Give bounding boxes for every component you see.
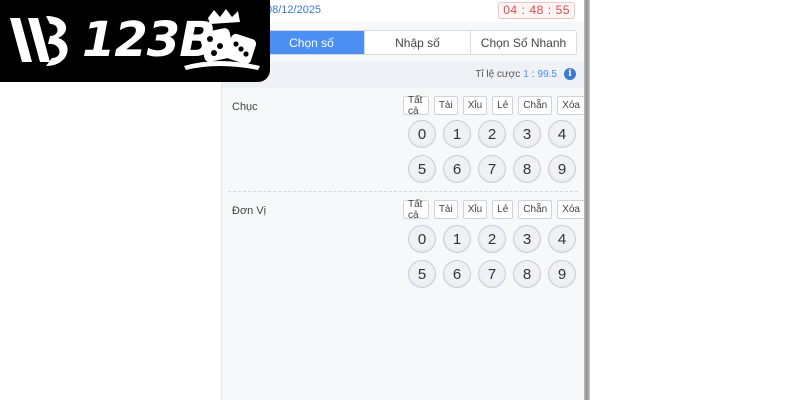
tab-nhap-so[interactable]: Nhập số <box>364 31 470 54</box>
section-label: Chục <box>232 101 258 113</box>
number-ball-2[interactable]: 2 <box>478 120 506 148</box>
filter-big-button[interactable]: Tài <box>433 200 458 219</box>
number-ball-7[interactable]: 7 <box>478 260 506 288</box>
number-grid: 0 1 2 3 4 5 6 7 8 9 <box>408 225 576 288</box>
number-ball-3[interactable]: 3 <box>513 225 541 253</box>
selection-tabs: Chọn số Nhập số Chọn Số Nhanh <box>258 30 577 55</box>
section-label: Đơn Vị <box>232 205 267 217</box>
number-ball-6[interactable]: 6 <box>443 260 471 288</box>
timer-minutes: 48 <box>529 3 544 17</box>
number-ball-5[interactable]: 5 <box>408 260 436 288</box>
odds-base: 1 <box>523 68 529 80</box>
number-grid: 0 1 2 3 4 5 6 7 8 9 <box>408 120 576 183</box>
draw-date: 08/12/2025 <box>266 4 322 16</box>
number-ball-8[interactable]: 8 <box>513 155 541 183</box>
dice-crown-icon <box>184 9 260 70</box>
filter-row: Tất cả Tài Xỉu Lẻ Chẵn Xóa <box>403 95 585 117</box>
number-ball-4[interactable]: 4 <box>548 120 576 148</box>
filter-all-button[interactable]: Tất cả <box>403 199 429 221</box>
number-ball-1[interactable]: 1 <box>443 120 471 148</box>
logo-mark-icon <box>10 16 68 66</box>
number-ball-0[interactable]: 0 <box>408 120 436 148</box>
number-ball-8[interactable]: 8 <box>513 260 541 288</box>
filter-odd-button[interactable]: Lẻ <box>492 200 514 219</box>
filter-row: Tất cả Tài Xỉu Lẻ Chẵn Xóa <box>403 199 585 221</box>
filter-clear-button[interactable]: Xóa <box>557 96 585 115</box>
filter-even-button[interactable]: Chẵn <box>518 200 553 219</box>
odds-rate: Tỉ lệ cược 1 : 99.5 i <box>475 68 576 80</box>
timer-separator: : <box>521 3 526 17</box>
filter-small-button[interactable]: Xỉu <box>462 96 488 115</box>
timer-seconds: 55 <box>555 3 570 17</box>
number-ball-3[interactable]: 3 <box>513 120 541 148</box>
odds-value: 99.5 <box>537 68 557 80</box>
timer-hours: 04 <box>503 3 518 17</box>
odds-separator: : <box>531 68 535 80</box>
number-ball-1[interactable]: 1 <box>443 225 471 253</box>
section-divider <box>228 191 578 192</box>
top-bar: 08/12/2025 04:48:55 <box>222 0 585 22</box>
filter-even-button[interactable]: Chẵn <box>518 96 553 115</box>
brand-logo: 123B <box>0 0 270 82</box>
filter-all-button[interactable]: Tất cả <box>403 95 429 117</box>
window-divider <box>584 0 590 400</box>
filter-odd-button[interactable]: Lẻ <box>492 96 514 115</box>
number-ball-0[interactable]: 0 <box>408 225 436 253</box>
filter-clear-button[interactable]: Xóa <box>557 200 585 219</box>
countdown-timer: 04:48:55 <box>498 2 575 19</box>
number-ball-9[interactable]: 9 <box>548 155 576 183</box>
number-ball-2[interactable]: 2 <box>478 225 506 253</box>
tab-chon-so[interactable]: Chọn số <box>259 31 364 54</box>
filter-big-button[interactable]: Tài <box>433 96 458 115</box>
timer-separator: : <box>547 3 552 17</box>
number-ball-7[interactable]: 7 <box>478 155 506 183</box>
number-ball-9[interactable]: 9 <box>548 260 576 288</box>
odds-label: Tỉ lệ cược <box>475 68 521 80</box>
number-ball-4[interactable]: 4 <box>548 225 576 253</box>
number-ball-6[interactable]: 6 <box>443 155 471 183</box>
info-icon[interactable]: i <box>564 68 576 80</box>
betting-panel: 08/12/2025 04:48:55 Chọn số Nhập số Chọn… <box>221 0 585 400</box>
number-ball-5[interactable]: 5 <box>408 155 436 183</box>
odds-bar: Tỉ lệ cược 1 : 99.5 i <box>222 62 585 88</box>
filter-small-button[interactable]: Xỉu <box>462 200 488 219</box>
tab-chon-so-nhanh[interactable]: Chọn Số Nhanh <box>470 31 576 54</box>
